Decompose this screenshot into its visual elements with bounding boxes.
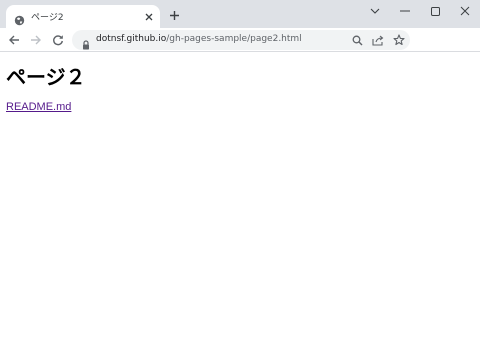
- minimize-button[interactable]: [390, 0, 420, 22]
- share-icon[interactable]: [371, 33, 385, 47]
- lock-icon[interactable]: [81, 35, 91, 50]
- search-icon[interactable]: [350, 33, 364, 47]
- readme-link[interactable]: README.md: [6, 101, 71, 113]
- url-path: /gh-pages-sample/page2.html: [166, 34, 302, 44]
- window-close-button[interactable]: [450, 0, 480, 22]
- url-host: dotnsf.github.io: [96, 34, 167, 44]
- url-text[interactable]: dotnsf.github.io/gh-pages-sample/page2.h…: [96, 34, 302, 44]
- page-content: ページ２ README.md: [0, 53, 480, 358]
- reload-button[interactable]: [50, 32, 66, 48]
- forward-button[interactable]: [28, 32, 44, 48]
- browser-toolbar: dotnsf.github.io/gh-pages-sample/page2.h…: [0, 28, 480, 75]
- maximize-button[interactable]: [420, 0, 450, 22]
- star-icon[interactable]: [392, 33, 406, 47]
- title-bar: ページ2: [0, 0, 480, 28]
- page-title: ページ２: [6, 65, 86, 89]
- new-tab-button[interactable]: [167, 8, 182, 23]
- close-icon[interactable]: [142, 10, 155, 23]
- back-button[interactable]: [6, 32, 22, 48]
- globe-icon: [14, 11, 25, 26]
- tab-title: ページ2: [31, 13, 64, 23]
- address-bar[interactable]: dotnsf.github.io/gh-pages-sample/page2.h…: [72, 30, 410, 50]
- tab-active[interactable]: ページ2: [6, 5, 160, 28]
- chevron-down-icon[interactable]: [360, 0, 390, 22]
